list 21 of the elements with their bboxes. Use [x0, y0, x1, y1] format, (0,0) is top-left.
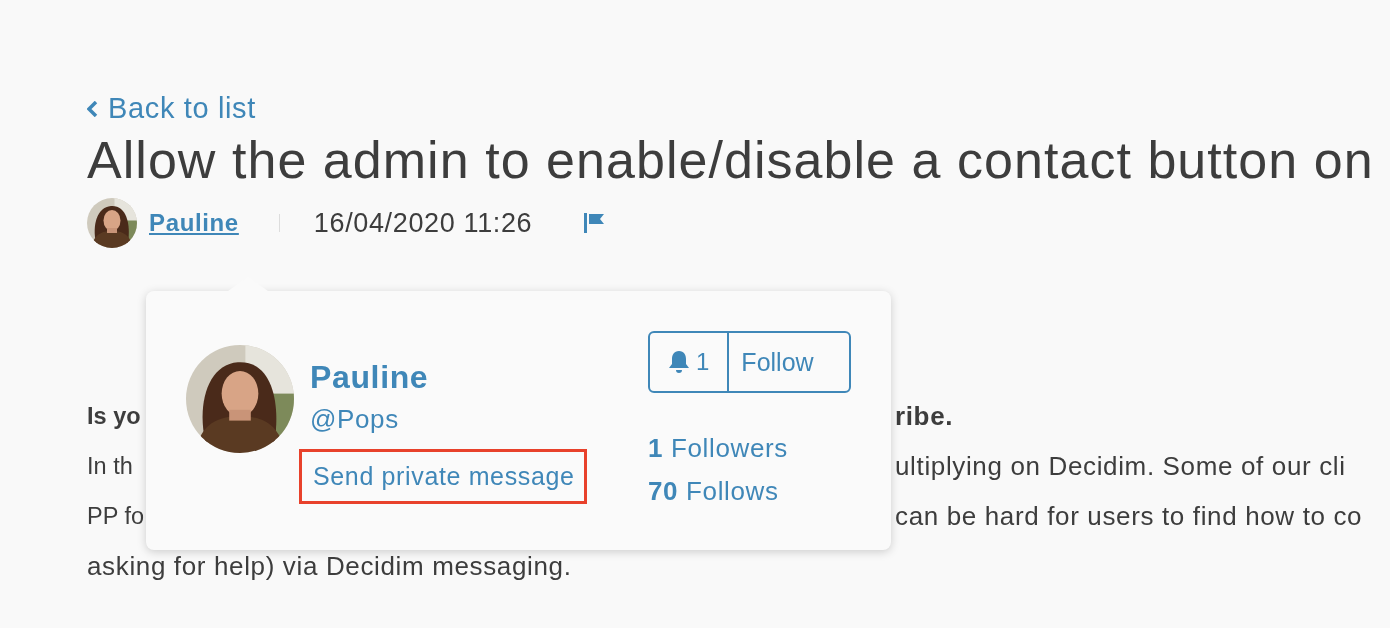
back-link[interactable]: Back to list — [87, 92, 256, 125]
profile-name: Pauline — [310, 359, 430, 396]
body-text: ultiplying on Decidim. Some of our cli — [895, 450, 1347, 482]
message-link[interactable]: Send private message — [299, 449, 587, 504]
body-text: Is yo — [87, 402, 141, 430]
bell-icon — [668, 350, 690, 374]
body-text: PP fo — [87, 502, 145, 530]
page-title: Allow the admin to enable/disable a contact button on — [87, 130, 1375, 191]
body-text: ribe. — [895, 400, 955, 432]
stat-link[interactable]: 70 Follows — [648, 476, 851, 507]
flag-icon[interactable] — [584, 213, 607, 234]
stat-link[interactable]: 1 Followers — [648, 433, 851, 464]
author-link[interactable]: Pauline — [149, 209, 239, 238]
body-text: In th — [87, 452, 133, 480]
follow-button[interactable]: Follow — [729, 333, 849, 391]
profile-nickname: @Pops — [310, 404, 400, 435]
chevron-left-icon — [87, 100, 98, 117]
body-text: can be hard for users to find how to co — [895, 500, 1364, 532]
date-text: 16/04/2020 11:26 — [313, 207, 533, 239]
follower-count-button[interactable]: 1 — [650, 333, 730, 391]
body-text: asking for help) via Decidim messaging. — [87, 550, 572, 582]
